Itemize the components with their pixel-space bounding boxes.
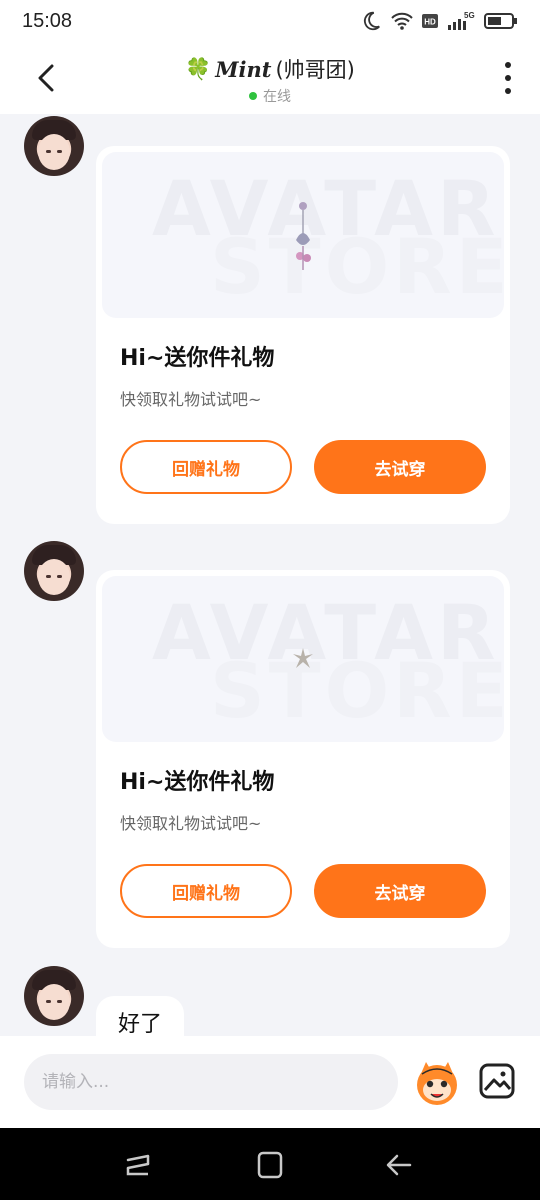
clover-icon: 🍀 [185,56,212,81]
online-status-label: 在线 [263,89,291,105]
battery-icon [484,13,517,29]
banner-watermark: STORE [210,646,504,735]
status-bar: 15:08 HD 5G [0,0,540,42]
more-options-button[interactable] [498,62,518,94]
message-input-box[interactable] [24,1054,398,1110]
avatar[interactable] [24,966,84,1026]
avatar[interactable] [24,116,84,176]
return-gift-button[interactable]: 回赠礼物 [120,440,292,494]
status-time: 15:08 [22,9,73,32]
online-dot-icon [249,92,257,100]
avatar-face [38,134,70,170]
dot [505,88,511,94]
avatar-face [38,984,70,1020]
avatar-face [38,559,70,595]
contact-group: (帅哥团) [275,58,355,82]
gift-card[interactable]: AVATAR STORE Hi~送你件礼物 快领取礼物试试吧~ 回赠礼物 去试穿 [96,146,510,524]
avatar-eye [46,575,51,578]
svg-text:5G: 5G [464,11,475,20]
online-status: 在线 [0,86,540,106]
avatar-eye [46,1000,51,1003]
earring-gift-icon [296,202,311,270]
avatar-eye [57,1000,62,1003]
hd-icon: HD [422,14,438,28]
header-center[interactable]: 🍀 Mint (帅哥团) 在线 [0,54,540,106]
dot [505,62,511,68]
mascot-sticker-icon[interactable] [412,1058,462,1108]
gift-title: Hi~送你件礼物 [120,770,275,795]
avatar-eye [46,150,51,153]
text-message-bubble[interactable]: 好了 [96,996,185,1036]
image-picker-icon[interactable] [478,1062,516,1100]
wifi-icon [391,12,413,30]
system-nav-bar [0,1128,540,1200]
gift-banner[interactable]: AVATAR STORE [102,576,504,742]
signal-5g-icon: 5G [448,11,475,30]
hairpin-gift-icon [293,648,313,668]
return-gift-button[interactable]: 回赠礼物 [120,864,292,918]
status-icons: HD 5G [360,10,518,32]
avatar-eye [57,150,62,153]
banner-watermark: STORE [210,222,504,311]
gift-title: Hi~送你件礼物 [120,346,275,371]
gift-card[interactable]: AVATAR STORE Hi~送你件礼物 快领取礼物试试吧~ 回赠礼物 去试穿 [96,570,510,948]
try-on-button[interactable]: 去试穿 [314,864,486,918]
try-on-button[interactable]: 去试穿 [314,440,486,494]
moon-icon [363,11,380,31]
home-icon[interactable] [255,1150,285,1180]
avatar-eye [57,575,62,578]
gift-banner[interactable]: AVATAR STORE [102,152,504,318]
svg-text:HD: HD [424,18,436,27]
recent-apps-icon[interactable] [124,1150,154,1180]
contact-name: Mint [215,56,272,82]
gift-subtitle: 快领取礼物试试吧~ [120,390,262,409]
gift-subtitle: 快领取礼物试试吧~ [120,814,262,833]
chat-title: 🍀 Mint (帅哥团) [185,54,355,84]
back-icon[interactable] [384,1150,414,1180]
chat-list[interactable]: AVATAR STORE Hi~送你件礼物 快领取礼物试试吧~ 回赠礼物 去试穿… [0,114,540,1036]
chat-header: 🍀 Mint (帅哥团) 在线 [0,42,540,114]
avatar[interactable] [24,541,84,601]
message-input[interactable] [40,1071,398,1093]
input-bar [0,1036,540,1128]
dot [505,75,511,81]
